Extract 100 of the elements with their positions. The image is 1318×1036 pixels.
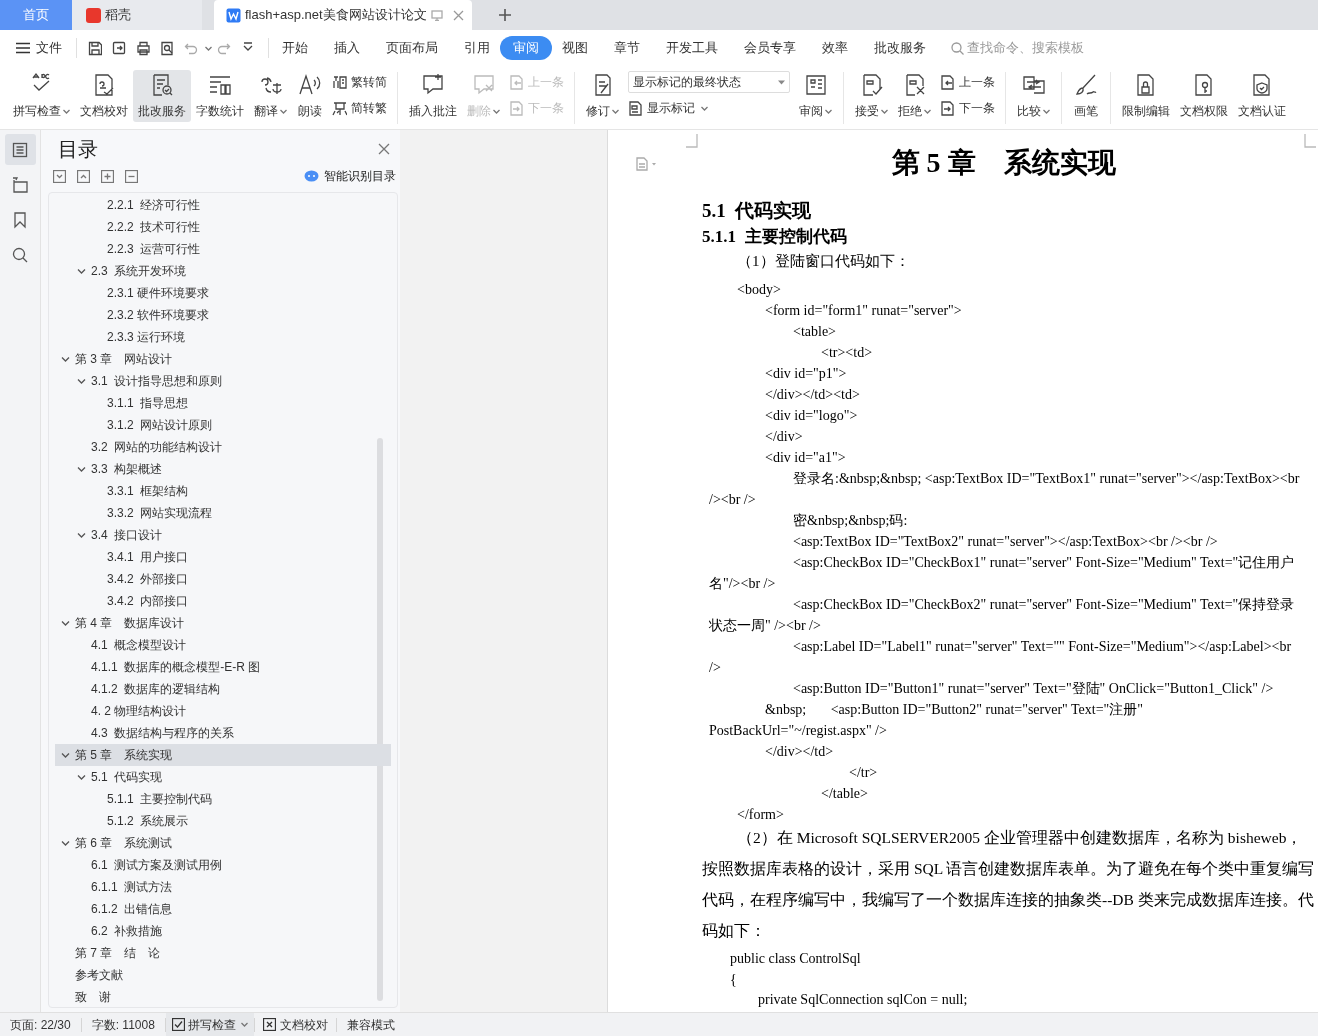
close-icon[interactable]: [452, 9, 464, 21]
toc-item[interactable]: 3.1 设计指导思想和原则: [55, 370, 391, 392]
menu-tab[interactable]: 开始: [269, 36, 321, 60]
toc-item[interactable]: 2.3.3 运行环境: [55, 326, 391, 348]
toc-item[interactable]: 4.1.2 数据库的逻辑结构: [55, 678, 391, 700]
ribbon-button[interactable]: 字数统计: [191, 70, 249, 122]
ribbon-button[interactable]: 拒绝: [893, 70, 936, 122]
preview-icon[interactable]: [160, 40, 174, 56]
toc-item[interactable]: 致 谢: [55, 986, 391, 1007]
toc-item[interactable]: 第 3 章 网站设计: [55, 348, 391, 370]
chevron-down-icon[interactable]: [61, 355, 70, 364]
toc-item[interactable]: 3.1.2 网站设计原则: [55, 414, 391, 436]
toc-item[interactable]: 2.2.3 运营可行性: [55, 238, 391, 260]
ribbon-icon: [628, 100, 643, 116]
code-line: <asp:CheckBox ID="CheckBox2" runat="server" Font-Size="Medium" Text="保持登录: [793, 597, 1295, 612]
chevron-down-icon[interactable]: [61, 619, 70, 628]
menu-tab[interactable]: 引用: [451, 36, 503, 60]
collapse-all-icon[interactable]: [53, 169, 66, 183]
ribbon-button[interactable]: 比较: [1012, 70, 1055, 122]
proofread-button[interactable]: 文档校对: [254, 1015, 336, 1034]
ribbon-button[interactable]: 文档认证: [1233, 70, 1291, 122]
menu-tab[interactable]: 视图: [549, 36, 601, 60]
toc-item[interactable]: 3.2 网站的功能结构设计: [55, 436, 391, 458]
save-icon[interactable]: [88, 40, 102, 56]
close-icon[interactable]: [378, 143, 390, 155]
toc-item[interactable]: 3.4.2 内部接口: [55, 590, 391, 612]
toc-item[interactable]: 2.3 系统开发环境: [55, 260, 391, 282]
menu-tab[interactable]: 页面布局: [373, 36, 451, 60]
chevron-down-icon[interactable]: [77, 377, 86, 386]
toc-item[interactable]: 5.1 代码实现: [55, 766, 391, 788]
toc-item[interactable]: 第 6 章 系统测试: [55, 832, 391, 854]
search-field[interactable]: 查找命令、搜索模板: [951, 38, 1107, 58]
toc-item[interactable]: 2.2.1 经济可行性: [55, 194, 391, 216]
chevron-down-icon[interactable]: [77, 267, 86, 276]
toc-item[interactable]: 4.3 数据结构与程序的关系: [55, 722, 391, 744]
chevron-down-icon[interactable]: [77, 773, 86, 782]
ribbon-button[interactable]: 画笔: [1068, 70, 1104, 122]
toc-item[interactable]: 3.3.2 网站实现流程: [55, 502, 391, 524]
view-select[interactable]: 显示标记的最终状态: [628, 71, 790, 93]
ribbon-button[interactable]: 审阅: [794, 70, 837, 122]
menu-tab[interactable]: 效率: [809, 36, 861, 60]
toc-item[interactable]: 6.1.1 测试方法: [55, 876, 391, 898]
plus-icon[interactable]: [101, 169, 114, 183]
ribbon-button[interactable]: 翻译: [249, 70, 292, 122]
ribbon-button[interactable]: 下一条: [940, 97, 995, 119]
ribbon-button[interactable]: 修订: [581, 70, 624, 122]
ribbon-button[interactable]: 插入批注: [404, 70, 462, 122]
minus-icon[interactable]: [125, 169, 138, 183]
toc-item[interactable]: 6.1 测试方案及测试用例: [55, 854, 391, 876]
toc-item[interactable]: 4.1.1 数据库的概念模型-E-R 图: [55, 656, 391, 678]
toc-item[interactable]: 参考文献: [55, 964, 391, 986]
chevron-down-icon[interactable]: [61, 839, 70, 848]
menu-tab[interactable]: 会员专享: [731, 36, 809, 60]
ribbon-button[interactable]: 上一条: [940, 71, 995, 93]
app-tab[interactable]: 稻壳: [72, 0, 202, 30]
toc-item[interactable]: 6.2 补救措施: [55, 920, 391, 942]
ribbon-button[interactable]: 文档权限: [1175, 70, 1233, 122]
toc-item[interactable]: 4.1 概念模型设计: [55, 634, 391, 656]
menu-tab[interactable]: 插入: [321, 36, 373, 60]
menu-tab[interactable]: 开发工具: [653, 36, 731, 60]
chevron-down-icon[interactable]: [77, 531, 86, 540]
menu-tab[interactable]: 批改服务: [861, 36, 939, 60]
toc-item[interactable]: 3.4 接口设计: [55, 524, 391, 546]
toc-item[interactable]: 5.1.2 系统展示: [55, 810, 391, 832]
toc-item[interactable]: 3.1.1 指导思想: [55, 392, 391, 414]
toc-item[interactable]: 3.3 构架概述: [55, 458, 391, 480]
print-icon[interactable]: [136, 40, 150, 56]
toc-item[interactable]: 3.3.1 框架结构: [55, 480, 391, 502]
ribbon-button[interactable]: 限制编辑: [1117, 70, 1175, 122]
toc-item[interactable]: 第 4 章 数据库设计: [55, 612, 391, 634]
smart-toc-button[interactable]: 智能识别目录: [304, 167, 396, 185]
add-tab-icon[interactable]: [498, 8, 512, 22]
expand-all-icon[interactable]: [77, 169, 90, 183]
toc-item[interactable]: 4. 2 物理结构设计: [55, 700, 391, 722]
toc-item[interactable]: 第 7 章 结 论: [55, 942, 391, 964]
ribbon-button[interactable]: 朗读: [292, 70, 328, 122]
toc-item[interactable]: 第 5 章 系统实现: [55, 744, 391, 766]
chevron-down-icon[interactable]: [61, 751, 70, 760]
ribbon-button[interactable]: 接受: [850, 70, 893, 122]
export-icon[interactable]: [112, 40, 126, 56]
ribbon-button[interactable]: 显示标记: [628, 97, 790, 119]
ribbon-button[interactable]: 简转繁: [332, 97, 387, 119]
toc-item[interactable]: 6.1.2 出错信息: [55, 898, 391, 920]
ribbon-button[interactable]: 繁转简: [332, 71, 387, 93]
toc-item[interactable]: 2.2.2 技术可行性: [55, 216, 391, 238]
ribbon-button[interactable]: 拼写检查: [8, 70, 75, 122]
code-line: PostBackUrl="~/regist.aspx" />: [709, 723, 887, 738]
ribbon-button[interactable]: 批改服务: [133, 70, 191, 122]
toc-item[interactable]: 2.3.1 硬件环境要求: [55, 282, 391, 304]
spell-check-button[interactable]: 拼写检查: [165, 1013, 254, 1036]
file-menu[interactable]: 文件: [12, 38, 66, 58]
toc-item[interactable]: 3.4.1 用户接口: [55, 546, 391, 568]
toc-item[interactable]: 3.4.2 外部接口: [55, 568, 391, 590]
toc-item[interactable]: 5.1.1 主要控制代码: [55, 788, 391, 810]
nav-button[interactable]: [4, 134, 36, 165]
toc-item[interactable]: 2.3.2 软件环境要求: [55, 304, 391, 326]
document-tab[interactable]: flash+asp.net美食网站设计论文: [214, 0, 472, 30]
menu-tab[interactable]: 章节: [601, 36, 653, 60]
chevron-down-icon[interactable]: [77, 465, 86, 474]
ribbon-button[interactable]: 文档校对: [75, 70, 133, 122]
